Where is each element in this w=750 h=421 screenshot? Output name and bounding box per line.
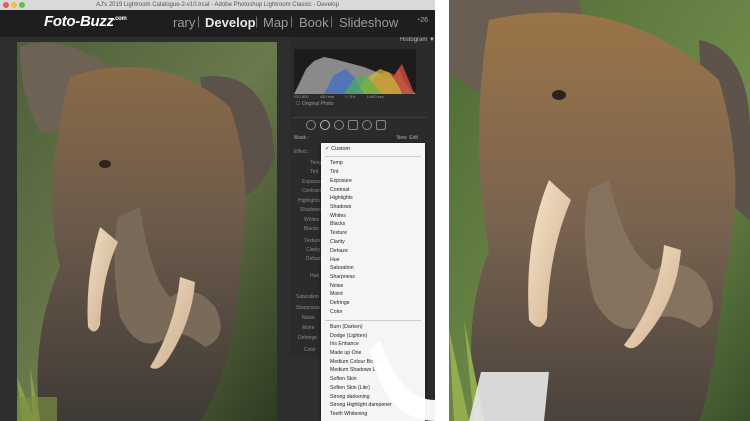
redeye-icon[interactable] xyxy=(334,120,344,130)
brush-section xyxy=(290,357,320,421)
panel-label: Sharpness xyxy=(296,305,320,311)
menu-item-dodge[interactable]: Dodge (Lighten) xyxy=(330,333,367,340)
menu-item-moire[interactable]: Moiré xyxy=(330,291,343,298)
elephant-closeup-photo xyxy=(449,0,750,421)
identity-plate-icon: ◔26 xyxy=(416,17,429,24)
panel-label: Exposure xyxy=(302,179,324,185)
panel-label: Moire xyxy=(302,325,315,331)
module-separator: | xyxy=(197,14,201,28)
menu-divider xyxy=(325,156,421,157)
module-separator: | xyxy=(255,14,259,28)
mask-row: Mask : New Edit xyxy=(294,135,424,141)
histogram-graph xyxy=(294,57,416,94)
shutter-value: 1/400 sec xyxy=(366,94,384,99)
menu-item-dehaze[interactable]: Dehaze xyxy=(330,248,348,255)
window-titlebar: AJ's 2019 Lightroom Catalogue-2-v10.lrca… xyxy=(0,0,435,10)
lightroom-window: AJ's 2019 Lightroom Catalogue-2-v10.lrca… xyxy=(0,0,435,421)
menu-item-shadows[interactable]: Shadows xyxy=(330,204,351,211)
menu-item-tint[interactable]: Tint xyxy=(330,169,338,176)
iso-value: ISO 800 xyxy=(294,94,309,99)
panel-label: Whites xyxy=(304,217,320,223)
menu-item-highlights[interactable]: Highlights xyxy=(330,195,353,202)
menu-item-soften-skin-lite[interactable]: Soften Skin (Lite) xyxy=(330,385,370,392)
panel-label: Hue xyxy=(310,273,320,279)
mask-actions: New Edit xyxy=(397,135,418,141)
original-photo-toggle[interactable]: ☐ Original Photo xyxy=(296,101,334,107)
menu-item-temp[interactable]: Temp xyxy=(330,160,343,167)
menu-item-color[interactable]: Color xyxy=(330,309,342,316)
checkbox-icon[interactable]: ☐ xyxy=(296,101,300,107)
module-develop[interactable]: Develop xyxy=(205,15,256,30)
minimize-icon[interactable] xyxy=(11,2,17,8)
menu-item-made-up-one[interactable]: Made up One xyxy=(330,350,361,357)
tool-strip xyxy=(292,117,427,130)
aperture-value: f / 5.6 xyxy=(345,94,356,99)
panel-label: Highlights xyxy=(298,198,320,204)
panel-label: Shadows xyxy=(300,207,321,213)
effect-label: Effect : xyxy=(294,149,310,155)
menu-item-saturation[interactable]: Saturation xyxy=(330,265,354,272)
photo-canvas[interactable] xyxy=(0,37,290,421)
close-icon[interactable] xyxy=(3,2,9,8)
menu-item-whites[interactable]: Whites xyxy=(330,213,346,220)
module-map[interactable]: Map xyxy=(263,15,288,30)
close-up-photo xyxy=(449,0,750,421)
menu-item-defringe[interactable]: Defringe xyxy=(330,300,350,307)
graduated-filter-icon[interactable] xyxy=(348,120,358,130)
menu-item-texture[interactable]: Texture xyxy=(330,230,347,237)
panel-label: Tint xyxy=(310,169,319,175)
module-book[interactable]: Book xyxy=(299,15,329,30)
menu-item-hue[interactable]: Hue xyxy=(330,257,340,264)
panel-label: Clarity xyxy=(306,247,321,253)
mask-new-button[interactable]: New xyxy=(397,135,407,141)
histogram xyxy=(294,49,416,94)
menu-item-medium-shadows[interactable]: Medium Shadows L xyxy=(330,367,376,374)
menu-item-clarity[interactable]: Clarity xyxy=(330,239,345,246)
menu-item-iris-enhance[interactable]: Iris Enhance xyxy=(330,341,359,348)
pointer-arrow-overlay xyxy=(370,340,435,421)
elephant-photo xyxy=(0,37,290,421)
spot-removal-icon[interactable] xyxy=(320,120,330,130)
image-divider xyxy=(435,0,449,421)
module-library[interactable]: rary xyxy=(173,15,195,30)
menu-item-custom[interactable]: ✓ Custom xyxy=(325,146,350,153)
menu-item-soften-skin[interactable]: Soften Skin xyxy=(330,376,357,383)
panel-label: Texture xyxy=(304,238,321,244)
foto-buzz-logo: Foto-Buzz.com xyxy=(44,13,127,30)
original-photo-label: Original Photo xyxy=(301,101,334,107)
panel-label: Noise xyxy=(302,315,315,321)
focal-value: 400 mm xyxy=(319,94,335,99)
menu-item-blacks[interactable]: Blacks xyxy=(330,221,345,228)
brush-icon[interactable] xyxy=(376,120,386,130)
panel-label: Saturation xyxy=(296,294,319,300)
panel-label: Color xyxy=(304,347,316,353)
panel-label: Contrast xyxy=(302,188,321,194)
mask-edit-button[interactable]: Edit xyxy=(409,135,418,141)
menu-item-noise[interactable]: Noise xyxy=(330,283,343,290)
menu-item-teeth-whitening[interactable]: Teeth Whitening xyxy=(330,411,367,418)
logo-suffix: .com xyxy=(113,16,127,22)
menu-item-sharpness[interactable]: Sharpness xyxy=(330,274,355,281)
menu-item-burn[interactable]: Burn (Darken) xyxy=(330,324,363,331)
module-separator: | xyxy=(330,14,334,28)
window-title: AJ's 2019 Lightroom Catalogue-2-v10.lrca… xyxy=(96,2,339,8)
crop-tool-icon[interactable] xyxy=(306,120,316,130)
histogram-header[interactable]: Histogram ▼ xyxy=(290,37,435,47)
histogram-label: Histogram xyxy=(400,37,428,43)
module-slideshow[interactable]: Slideshow xyxy=(339,15,398,30)
menu-item-contrast[interactable]: Contrast xyxy=(330,187,350,194)
module-separator: | xyxy=(290,14,294,28)
menu-divider xyxy=(325,320,421,321)
panel-label: Blacks xyxy=(304,226,319,232)
histogram-info: ISO 800 400 mm f / 5.6 1/400 sec xyxy=(294,94,416,99)
menu-item-custom-label: Custom xyxy=(331,146,351,152)
radial-filter-icon[interactable] xyxy=(362,120,372,130)
menu-item-strong-darkening[interactable]: Strong darkening xyxy=(330,394,370,401)
mask-label: Mask : xyxy=(294,135,309,141)
screenshot-composite: AJ's 2019 Lightroom Catalogue-2-v10.lrca… xyxy=(0,0,750,421)
logo-text: Foto-Buzz xyxy=(44,13,114,30)
menu-item-exposure[interactable]: Exposure xyxy=(330,178,352,185)
maximize-icon[interactable] xyxy=(19,2,25,8)
panel-label: Defringe xyxy=(298,335,317,341)
